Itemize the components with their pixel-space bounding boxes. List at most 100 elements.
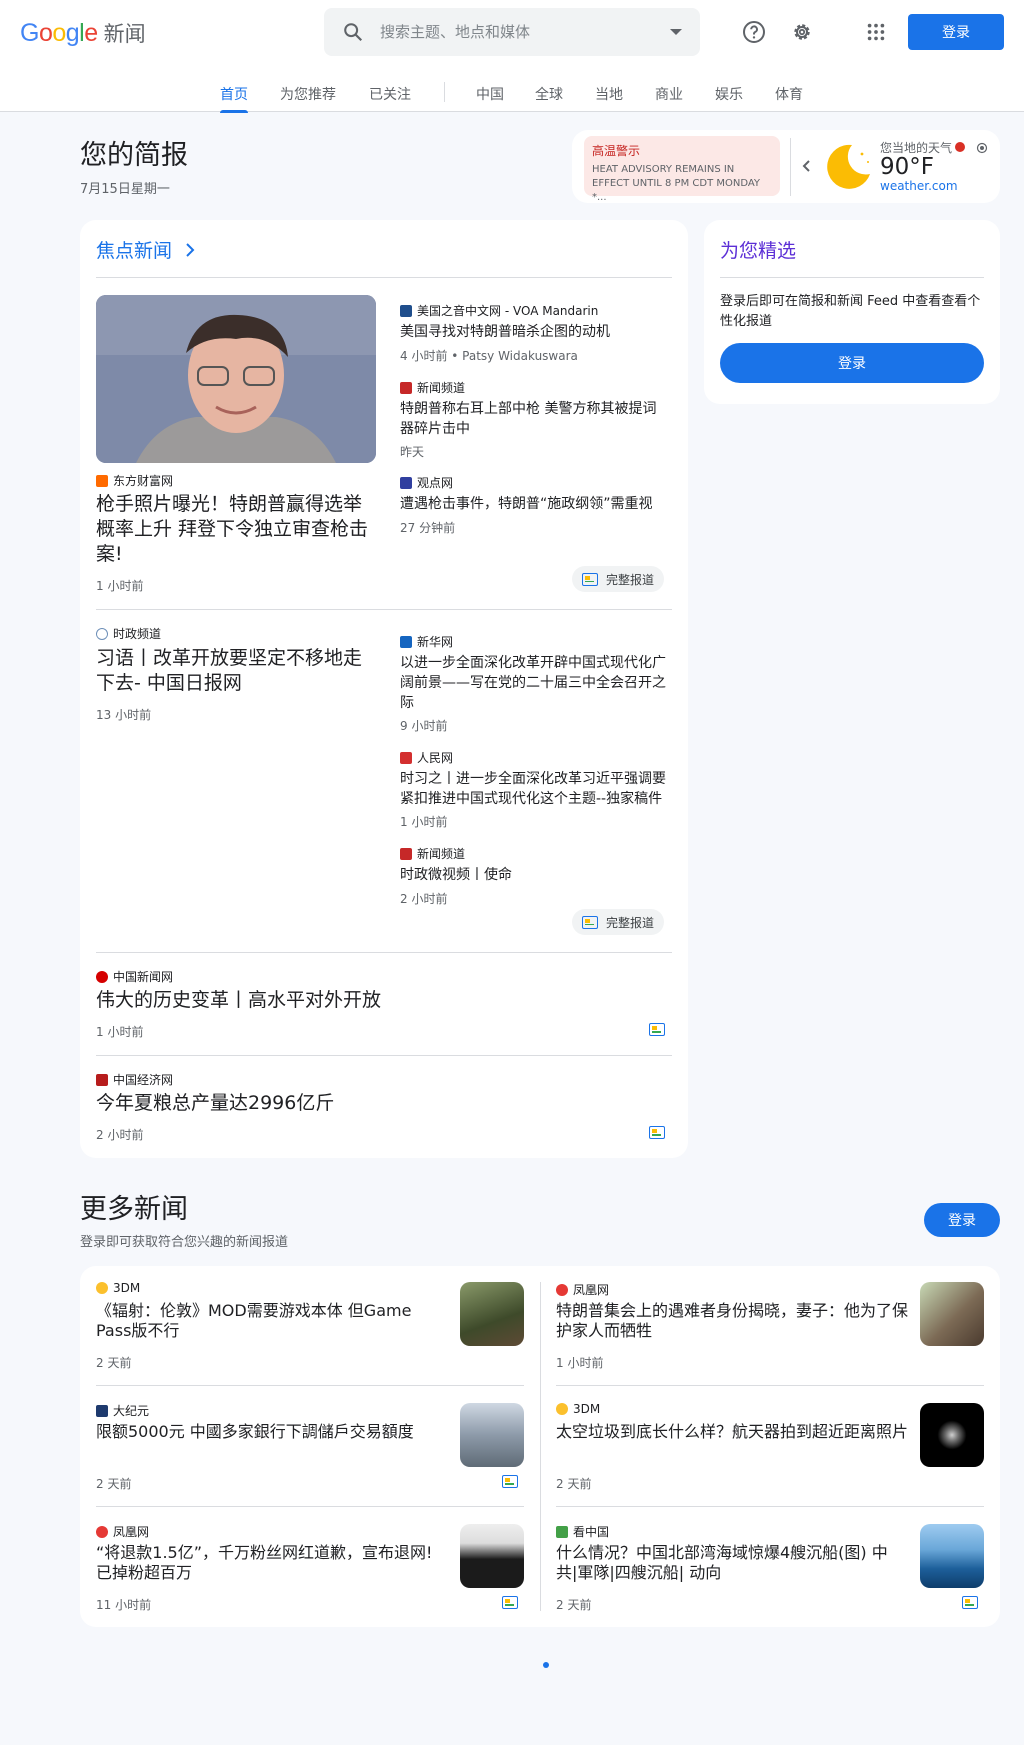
top-stories-title[interactable]: 焦点新闻: [96, 236, 172, 263]
full-coverage-icon[interactable]: [962, 1596, 978, 1609]
tab-home[interactable]: 首页: [220, 84, 248, 113]
story-thumbnail[interactable]: [920, 1403, 984, 1467]
alert-dot-icon: [955, 142, 965, 152]
tab-china[interactable]: 中国: [476, 84, 504, 104]
story-headline[interactable]: 以进一步全面深化改革开辟中国式现代化广阔前景——写在党的二十届三中全会召开之际: [400, 653, 670, 713]
story-source: 新华网: [400, 633, 453, 650]
more-news-subtitle: 登录即可获取符合您兴趣的新闻报道: [80, 1235, 289, 1250]
weather-alert[interactable]: 高温警示 HEAT ADVISORY REMAINS IN EFFECT UNT…: [584, 136, 780, 203]
tab-entertainment[interactable]: 娱乐: [715, 84, 743, 104]
story-source: 中国经济网: [96, 1071, 173, 1088]
story-source: 凤凰网: [96, 1523, 149, 1540]
story-source: 美国之音中文网 - VOA Mandarin: [400, 302, 598, 319]
picks-signin-button[interactable]: 登录: [720, 343, 984, 383]
apps-grid-icon[interactable]: [858, 14, 894, 50]
story-time: 2 天前: [556, 1598, 592, 1612]
search-box[interactable]: [324, 8, 700, 56]
story-source: 时政频道: [96, 625, 161, 642]
source-favicon-icon: [400, 476, 412, 489]
story-headline[interactable]: 特朗普称右耳上部中枪 美警方称其被提词器碎片击中: [400, 399, 670, 439]
story-thumbnail[interactable]: [920, 1282, 984, 1346]
source-favicon-icon: [400, 635, 412, 648]
story-headline[interactable]: 遭遇枪击事件，特朗普“施政纲领”需重视: [400, 494, 670, 514]
story-headline[interactable]: 美国寻找对特朗普暗杀企图的动机: [400, 322, 670, 342]
story-thumbnail[interactable]: [460, 1282, 524, 1346]
story-thumbnail[interactable]: [920, 1524, 984, 1588]
source-favicon-icon: [96, 627, 108, 640]
story-headline[interactable]: 枪手照片曝光！特朗普赢得选举概率上升 拜登下令独立审查枪击案!: [96, 492, 378, 567]
google-news-logo[interactable]: Google 新闻: [20, 18, 146, 48]
story-source: 新闻频道: [400, 845, 465, 862]
source-favicon-icon: [96, 1073, 108, 1086]
story-source: 中国新闻网: [96, 968, 173, 985]
story-headline[interactable]: 习语丨改革开放要坚定不移地走下去- 中国日报网: [96, 646, 378, 696]
full-coverage-icon[interactable]: [649, 1126, 665, 1139]
story-headline[interactable]: 时习之丨进一步全面深化改革习近平强调要紧扣推进中国式现代化这个主题--独家稿件: [400, 769, 670, 809]
picks-title: 为您精选: [720, 240, 797, 262]
story-headline[interactable]: “将退款1.5亿”，千万粉丝网红道歉，宣布退网!已掉粉超百万: [96, 1543, 448, 1583]
search-input[interactable]: [380, 23, 660, 41]
loading-spinner: [543, 1662, 549, 1668]
full-coverage-icon: [582, 572, 598, 586]
more-news-signin-button[interactable]: 登录: [924, 1203, 1000, 1237]
story-headline[interactable]: 时政微视频丨使命: [400, 865, 670, 885]
story-time: 昨天: [400, 445, 425, 459]
chevron-left-icon[interactable]: [800, 158, 814, 174]
search-dropdown-icon[interactable]: [670, 29, 682, 35]
story-time: 2 小时前: [400, 892, 448, 906]
tab-world[interactable]: 全球: [535, 84, 563, 104]
full-coverage-icon[interactable]: [502, 1596, 518, 1609]
location-icon[interactable]: [976, 142, 988, 154]
source-favicon-icon: [400, 847, 412, 860]
tab-local[interactable]: 当地: [595, 84, 623, 104]
weather-card[interactable]: 高温警示 HEAT ADVISORY REMAINS IN EFFECT UNT…: [572, 130, 1000, 203]
full-coverage-icon: [582, 915, 598, 929]
story-source: 观点网: [400, 474, 453, 491]
signin-button[interactable]: 登录: [908, 14, 1004, 50]
story-source: 人民网: [400, 749, 453, 766]
full-coverage-icon[interactable]: [649, 1023, 665, 1036]
full-coverage-button[interactable]: 完整报道: [572, 909, 665, 935]
divider: [96, 277, 672, 278]
story-headline[interactable]: 太空垃圾到底长什么样？航天器拍到超近距离照片: [556, 1422, 908, 1442]
tab-following[interactable]: 已关注: [369, 84, 411, 104]
full-coverage-icon[interactable]: [502, 1475, 518, 1488]
story-source: 看中国: [556, 1523, 609, 1540]
story-thumbnail[interactable]: [460, 1524, 524, 1588]
gear-icon[interactable]: [784, 14, 820, 50]
source-favicon-icon: [556, 1283, 568, 1296]
story-time: 11 小时前: [96, 1598, 152, 1612]
story-time: 1 小时前: [400, 815, 448, 829]
story-headline[interactable]: 限额5000元 中國多家銀行下調儲戶交易額度: [96, 1422, 448, 1442]
divider: [96, 609, 672, 610]
divider: [720, 277, 984, 278]
logo-suffix: 新闻: [103, 22, 146, 46]
story-headline[interactable]: 特朗普集会上的遇难者身份揭晓，妻子：他为了保护家人而牺牲: [556, 1301, 908, 1341]
briefing-date: 7月15日星期一: [80, 182, 170, 197]
tab-divider: [444, 82, 445, 102]
story-time: 13 小时前: [96, 708, 152, 722]
column-divider: [540, 1282, 541, 1611]
story-headline[interactable]: 《辐射：伦敦》MOD需要游戏本体 但Game Pass版不行: [96, 1301, 448, 1341]
source-favicon-icon: [400, 304, 412, 317]
more-news-card: 3DM 《辐射：伦敦》MOD需要游戏本体 但Game Pass版不行 2 天前 …: [80, 1266, 1000, 1627]
tab-sports[interactable]: 体育: [775, 84, 803, 104]
story-image[interactable]: [96, 295, 376, 463]
story-headline[interactable]: 今年夏粮总产量达2996亿斤: [96, 1091, 616, 1116]
story-thumbnail[interactable]: [460, 1403, 524, 1467]
weather-source-link[interactable]: weather.com: [880, 179, 958, 193]
full-coverage-button[interactable]: 完整报道: [572, 566, 665, 592]
chevron-right-icon[interactable]: [184, 242, 196, 258]
story-headline[interactable]: 伟大的历史变革丨高水平对外开放: [96, 988, 616, 1013]
source-favicon-icon: [96, 474, 108, 487]
tab-business[interactable]: 商业: [655, 84, 683, 104]
help-icon[interactable]: [736, 14, 772, 50]
story-source: 3DM: [556, 1402, 600, 1416]
story-time: 27 分钟前: [400, 521, 456, 535]
story-headline[interactable]: 什么情况？中国北部湾海域惊爆4艘沉船(图) 中共|軍隊|四艘沉船| 动向: [556, 1543, 908, 1583]
tab-for-you[interactable]: 为您推荐: [280, 84, 336, 104]
logo-word: Google: [20, 18, 98, 47]
story-time: 2 天前: [556, 1477, 592, 1491]
divider: [556, 1506, 984, 1507]
story-source: 凤凰网: [556, 1281, 609, 1298]
